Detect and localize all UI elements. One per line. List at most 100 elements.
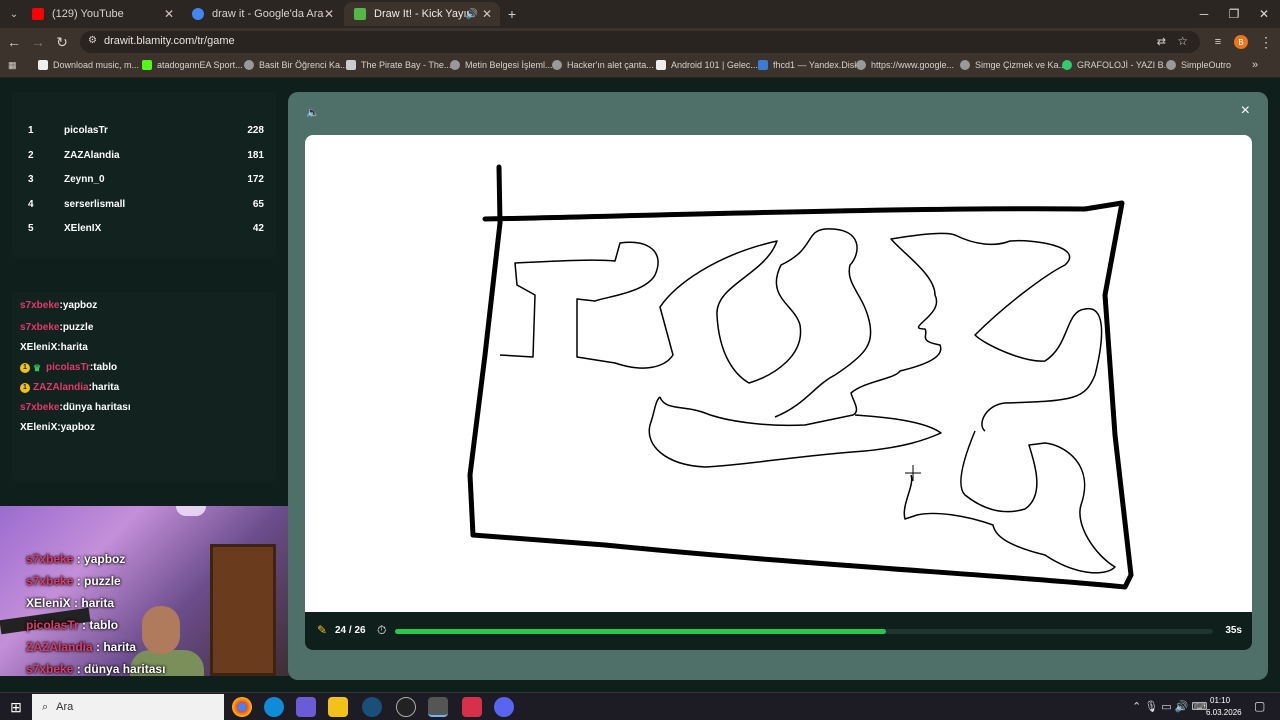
rank-badge-icon: 1 — [20, 362, 30, 373]
bookmark-item[interactable]: Hacker'ın alet çanta... — [552, 60, 654, 70]
player-name: picolasTr — [64, 125, 108, 136]
tab-label: (129) YouTube — [52, 8, 124, 20]
leaderboard-row: 4 serserlismall 65 — [28, 199, 264, 215]
windows-start-icon[interactable]: ⊞ — [6, 697, 26, 717]
rank: 1 — [28, 125, 34, 136]
bookmark-item[interactable]: atadogannEA Sport... — [142, 60, 243, 70]
bookmark-label: Metin Belgesi İşleml... — [465, 60, 553, 70]
app-icon[interactable] — [462, 697, 482, 717]
url-field[interactable]: ⚙ drawit.blamity.com/tr/game ⇄ ☆ — [80, 31, 1200, 53]
chrome-active-icon[interactable] — [428, 697, 448, 717]
rank-badge-icon: 1 — [20, 382, 30, 393]
chat-message: s7xbeke: dünya haritası — [20, 402, 131, 413]
bookmark-label: fhcd1 — Yandex.Disk — [773, 60, 859, 70]
drawit-icon — [354, 8, 366, 20]
bookmark-item[interactable]: Basit Bir Öğrenci Ka... — [244, 60, 348, 70]
kick-icon — [142, 60, 152, 70]
translate-icon[interactable]: ⇄ — [1157, 35, 1166, 48]
close-tab-icon[interactable]: ✕ — [482, 7, 492, 21]
overlay-chat-message: s7xbeke : dünya haritası — [26, 662, 166, 676]
chat-text: harita — [91, 382, 120, 393]
chat-text: yapboz — [62, 300, 98, 311]
bookmark-item[interactable]: Simge Çizmek ve Ka... — [960, 60, 1066, 70]
more-bookmarks-button[interactable]: » — [1252, 59, 1258, 71]
system-tray[interactable]: ⌃ 🎙 ▭ 🔊 ⌨ — [1132, 700, 1207, 713]
rank: 5 — [28, 223, 34, 234]
player-points: 228 — [247, 125, 264, 136]
page-icon — [656, 60, 666, 70]
discord-icon[interactable] — [494, 697, 514, 717]
reading-list-icon[interactable]: ≡ — [1208, 32, 1228, 52]
minimize-button[interactable]: ─ — [1188, 0, 1220, 28]
globe-icon — [856, 60, 866, 70]
back-button[interactable]: ← — [4, 32, 24, 52]
tab-youtube[interactable]: (129) YouTube ✕ — [22, 2, 182, 26]
search-icon: ⌕ — [42, 700, 49, 713]
google-icon — [192, 8, 204, 20]
taskbar-search[interactable]: ⌕ Ara — [32, 694, 224, 720]
player-name: Zeynn_0 — [64, 174, 105, 185]
leaderboard-row: 2 ZAZAlandia 181 — [28, 150, 264, 166]
player-name: ZAZAlandia — [64, 150, 120, 161]
steam-icon[interactable] — [362, 697, 382, 717]
kick-badge-icon: ♛ — [33, 362, 42, 373]
chat-panel: s7xbeke: yapboz s7xbeke: puzzle XEleniX: ha… — [12, 292, 276, 482]
chat-user: XEleniX — [20, 342, 58, 353]
close-tab-icon[interactable]: ✕ — [164, 7, 174, 21]
chat-text: yapboz — [60, 422, 96, 433]
menu-icon[interactable]: ⋮ — [1256, 32, 1276, 52]
player-points: 65 — [252, 199, 264, 210]
bookmark-item[interactable]: The Pirate Bay - The... — [346, 60, 451, 70]
chrome-icon[interactable] — [232, 697, 252, 717]
crosshair-cursor — [905, 465, 921, 481]
bookmark-item[interactable]: https://www.google... — [856, 60, 954, 70]
obs-icon[interactable] — [396, 697, 416, 717]
chat-user: s7xbeke — [20, 402, 60, 413]
chat-message: 1 ♛ picolasTr: tablo — [20, 362, 117, 373]
apps-icon[interactable]: ▦ — [8, 60, 17, 71]
clock-date[interactable]: 6.03.2026 — [1206, 708, 1242, 717]
site-info-icon[interactable]: ⚙ — [88, 35, 97, 46]
overlay-chat-message: s7xbeke : yapboz — [26, 552, 126, 566]
clock-time[interactable]: 01:10 — [1210, 696, 1230, 705]
copilot-icon[interactable] — [296, 697, 316, 717]
bookmark-star-icon[interactable]: ☆ — [1177, 34, 1188, 48]
close-window-button[interactable]: ✕ — [1248, 0, 1280, 28]
grafoloji-icon — [1062, 60, 1072, 70]
timer-icon: ⏱ — [377, 623, 387, 637]
time-progress-track — [395, 629, 1213, 634]
profile-avatar[interactable]: B — [1234, 35, 1248, 49]
page-icon — [38, 60, 48, 70]
bookmark-item[interactable]: Metin Belgesi İşleml... — [450, 60, 553, 70]
bookmark-item[interactable]: Android 101 | Gelec... — [656, 60, 758, 70]
file-explorer-icon[interactable] — [328, 697, 348, 717]
close-tab-icon[interactable]: ✕ — [324, 7, 334, 21]
round-progress-bar: ✎ 24 / 26 ⏱ 35s — [305, 612, 1252, 650]
round-counter: 24 / 26 — [335, 625, 366, 636]
leaderboard: 1 picolasTr 228 2 ZAZAlandia 181 3 Zeynn… — [12, 92, 276, 258]
bookmark-label: Basit Bir Öğrenci Ka... — [259, 60, 348, 70]
close-game-button[interactable]: × — [1241, 102, 1250, 120]
restore-button[interactable]: ❐ — [1218, 0, 1250, 28]
forward-button[interactable]: → — [28, 32, 48, 52]
bookmark-item[interactable]: fhcd1 — Yandex.Disk — [758, 60, 859, 70]
drawing-canvas[interactable] — [305, 135, 1252, 612]
audio-playing-icon[interactable]: 🔊 — [466, 9, 478, 20]
time-remaining: 35s — [1225, 625, 1242, 636]
notification-icon[interactable]: ▢ — [1254, 699, 1265, 713]
overlay-chat-message: picolasTr : tablo — [26, 618, 119, 632]
globe-icon — [244, 60, 254, 70]
bookmark-item[interactable]: Download music, m... — [38, 60, 139, 70]
tab-google-search[interactable]: draw it - Google'da Ara ✕ — [182, 2, 342, 26]
url-text: drawit.blamity.com/tr/game — [104, 35, 235, 47]
new-tab-button[interactable]: + — [502, 4, 522, 24]
bookmark-item[interactable]: GRAFOLOJİ - YAZI B... — [1062, 60, 1171, 70]
edge-icon[interactable] — [264, 697, 284, 717]
speaker-icon[interactable]: 🔈 — [306, 106, 320, 119]
tab-search-button[interactable]: ⌄ — [4, 4, 24, 24]
bookmark-item[interactable]: SimpleOutro — [1166, 60, 1231, 70]
reload-button[interactable]: ↻ — [52, 32, 72, 52]
tab-drawit[interactable]: Draw It! - Kick Yayınları İçin 🔊 ✕ — [344, 2, 500, 26]
chat-text: harita — [60, 342, 88, 353]
browser-tab-bar: ⌄ (129) YouTube ✕ draw it - Google'da Ar… — [0, 0, 1280, 28]
